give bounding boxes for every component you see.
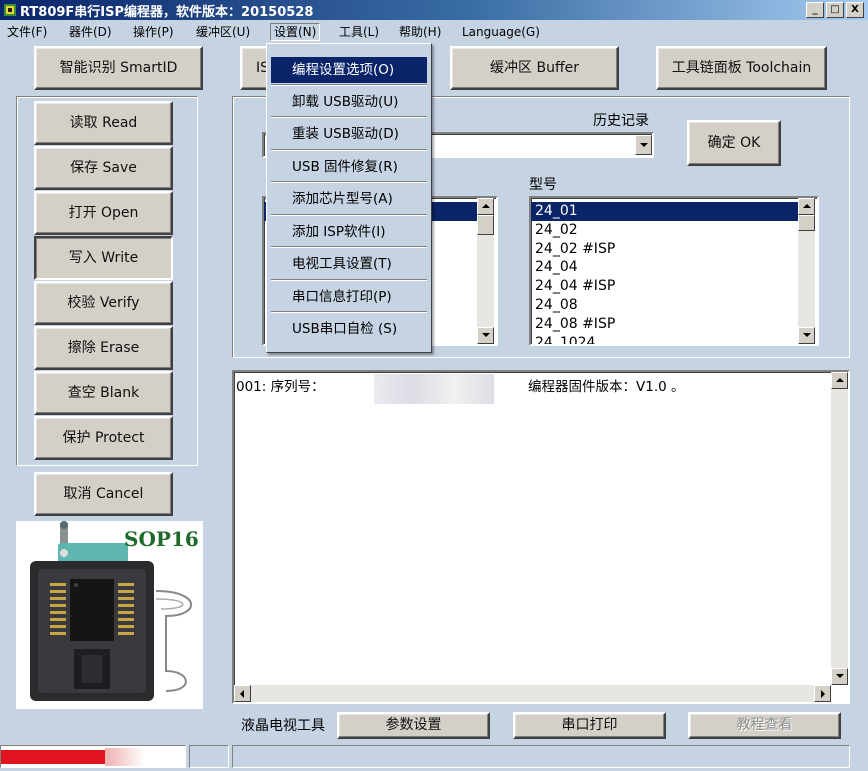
model-list: 24_01 24_02 24_02 #ISP 24_04 24_04 #ISP … (531, 202, 799, 344)
erase-button[interactable]: 擦除 Erase (34, 326, 173, 370)
menu-item-usb-serial-selftest[interactable]: USB串口自检 (S) (271, 316, 427, 342)
menu-item-add-isp-software[interactable]: 添加 ISP软件(I) (271, 219, 427, 245)
lcd-tv-tools-label: 液晶电视工具 (241, 718, 325, 734)
menu-file[interactable]: 文件(F) (4, 23, 50, 41)
toolchain-button[interactable]: 工具链面板 Toolchain (656, 46, 827, 90)
blank-button[interactable]: 查空 Blank (34, 371, 173, 415)
smartid-button[interactable]: 智能识别 SmartID (34, 46, 203, 90)
chevron-down-icon[interactable] (635, 135, 652, 155)
model-item[interactable]: 24_02 #ISP (531, 240, 799, 259)
status-progress-fill (1, 750, 111, 764)
redacted-serial (374, 374, 494, 404)
menu-device[interactable]: 器件(D) (66, 23, 115, 41)
status-pane-progress (0, 745, 186, 768)
tutorial-button: 教程查看 (688, 712, 841, 739)
ok-button[interactable]: 确定 OK (687, 120, 781, 166)
read-button[interactable]: 读取 Read (34, 101, 173, 145)
menu-operate[interactable]: 操作(P) (130, 23, 177, 41)
menu-item-tv-tool-settings[interactable]: 电视工具设置(T) (271, 251, 427, 277)
status-pane-2 (189, 745, 229, 768)
arrow-left-icon[interactable] (234, 685, 251, 702)
window-title: RT809F串行ISP编程器，软件版本：20150528 (20, 5, 314, 20)
menu-separator (271, 246, 427, 248)
model-item[interactable]: 24_01 (531, 202, 799, 221)
menu-separator (271, 116, 427, 118)
status-pane-3 (232, 745, 850, 768)
model-scrollbar[interactable] (798, 198, 815, 344)
menu-help[interactable]: 帮助(H) (396, 23, 444, 41)
menu-separator (271, 311, 427, 313)
menu-buffer[interactable]: 缓冲区(U) (193, 23, 253, 41)
arrow-down-icon[interactable] (798, 327, 815, 344)
menu-item-reinstall-usb-driver[interactable]: 重装 USB驱动(D) (271, 121, 427, 147)
history-label: 历史记录 (593, 113, 649, 129)
bottom-tabs: 液晶电视工具 参数设置 串口打印 教程查看 (233, 710, 850, 740)
menu-item-serial-info-print[interactable]: 串口信息打印(P) (271, 284, 427, 310)
model-item[interactable]: 24_1024 (531, 334, 799, 344)
arrow-right-icon[interactable] (814, 685, 831, 702)
app-icon (4, 4, 16, 16)
model-label: 型号 (529, 177, 557, 193)
buffer-button[interactable]: 缓冲区 Buffer (450, 46, 619, 90)
arrow-up-icon[interactable] (477, 198, 494, 215)
menu-separator (271, 214, 427, 216)
socket-label: SOP16 (124, 527, 199, 551)
menu-separator (271, 149, 427, 151)
socket-image: SOP16 (16, 521, 203, 709)
scroll-thumb[interactable] (798, 215, 815, 231)
menu-tools[interactable]: 工具(L) (336, 23, 382, 41)
model-listbox[interactable]: 24_01 24_02 24_02 #ISP 24_04 24_04 #ISP … (529, 196, 819, 346)
menu-item-program-options[interactable]: 编程设置选项(O) (271, 57, 427, 83)
protect-button[interactable]: 保护 Protect (34, 416, 173, 460)
arrow-up-icon[interactable] (831, 372, 848, 389)
param-settings-button[interactable]: 参数设置 (337, 712, 490, 739)
arrow-down-icon[interactable] (477, 327, 494, 344)
write-button[interactable]: 写入 Write (34, 236, 173, 280)
log-serial-label: 001: 序列号： (236, 379, 325, 395)
cancel-button[interactable]: 取消 Cancel (34, 472, 173, 516)
menu-item-uninstall-usb-driver[interactable]: 卸载 USB驱动(U) (271, 89, 427, 115)
model-item[interactable]: 24_08 (531, 296, 799, 315)
menu-separator (271, 279, 427, 281)
save-button[interactable]: 保存 Save (34, 146, 173, 190)
menu-item-add-chip-model[interactable]: 添加芯片型号(A) (271, 186, 427, 212)
verify-button[interactable]: 校验 Verify (34, 281, 173, 325)
model-item[interactable]: 24_04 #ISP (531, 277, 799, 296)
arrow-up-icon[interactable] (798, 198, 815, 215)
arrow-down-icon[interactable] (831, 668, 848, 685)
log-panel[interactable]: 001: 序列号： 编程器固件版本：V1.0 。 (232, 370, 850, 704)
minimize-button[interactable]: _ (806, 2, 824, 18)
serial-print-button[interactable]: 串口打印 (513, 712, 666, 739)
scroll-thumb[interactable] (477, 215, 494, 235)
close-button[interactable]: X (846, 2, 864, 18)
settings-dropdown-menu: 编程设置选项(O) 卸载 USB驱动(U) 重装 USB驱动(D) USB 固件… (266, 43, 432, 353)
manufacturer-scrollbar[interactable] (477, 198, 494, 344)
menu-item-usb-firmware-repair[interactable]: USB 固件修复(R) (271, 154, 427, 180)
open-button[interactable]: 打开 Open (34, 191, 173, 235)
maximize-button[interactable]: □ (826, 2, 844, 18)
status-progress-blur (105, 748, 145, 766)
menu-language[interactable]: Language(G) (459, 23, 543, 41)
title-bar: RT809F串行ISP编程器，软件版本：20150528 _ □ X (0, 0, 868, 20)
log-vscrollbar[interactable] (831, 372, 848, 685)
menu-bar: 文件(F) 器件(D) 操作(P) 缓冲区(U) 设置(N) 工具(L) 帮助(… (0, 21, 868, 43)
log-hscrollbar[interactable] (234, 685, 831, 702)
model-item[interactable]: 24_02 (531, 221, 799, 240)
log-firmware-text: 编程器固件版本：V1.0 。 (528, 379, 685, 395)
menu-settings[interactable]: 设置(N) (270, 23, 321, 41)
model-item[interactable]: 24_04 (531, 258, 799, 277)
status-bar (0, 742, 868, 771)
model-item[interactable]: 24_08 #ISP (531, 315, 799, 334)
menu-separator (271, 181, 427, 183)
menu-separator (271, 84, 427, 86)
